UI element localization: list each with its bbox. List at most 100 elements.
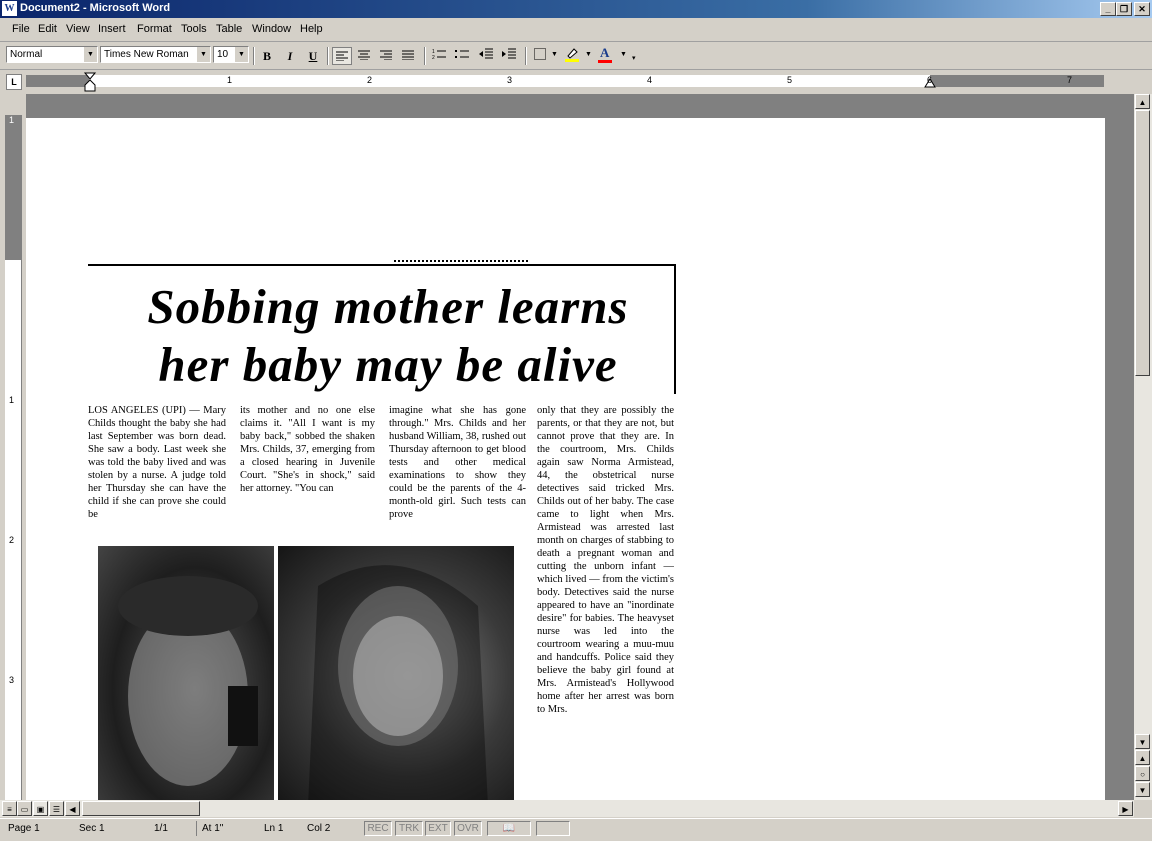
font-size-select[interactable]: 10 ▼	[213, 46, 249, 63]
font-color-button[interactable]: A	[596, 45, 616, 65]
toolbar-separator	[327, 47, 329, 65]
ruler-number: 2	[367, 75, 373, 85]
halftone-texture	[118, 576, 258, 786]
toolbar-separator	[525, 47, 527, 65]
horizontal-scrollbar[interactable]: ≡ ▭ ▣ ☰ ◀ ▶	[0, 800, 1134, 817]
borders-button[interactable]	[530, 47, 550, 65]
window-title: Document2 - Microsoft Word	[20, 2, 171, 14]
align-center-icon	[358, 50, 370, 61]
status-line: Ln 1	[264, 823, 284, 834]
outline-view-button[interactable]: ☰	[49, 801, 64, 816]
indent-marker-icon[interactable]	[84, 72, 96, 92]
align-center-button[interactable]	[354, 47, 374, 65]
clipping-top-rule	[394, 260, 528, 262]
horizontal-ruler[interactable]: L 1 2 3 4 5 6 7	[0, 70, 1152, 94]
chevron-down-icon[interactable]: ▼	[585, 51, 592, 58]
status-section: Sec 1	[79, 823, 105, 834]
chevron-down-icon[interactable]: ▼	[620, 51, 627, 58]
ruler-number: 5	[787, 75, 793, 85]
menu-table[interactable]: Table	[216, 23, 242, 35]
font-value: Times New Roman	[104, 49, 189, 60]
minimize-button[interactable]: _	[1100, 2, 1116, 16]
scroll-thumb[interactable]	[1135, 110, 1150, 376]
web-layout-view-button[interactable]: ▭	[17, 801, 32, 816]
scroll-left-button[interactable]: ◀	[65, 801, 80, 816]
newspaper-clipping-image[interactable]: Sobbing mother learns her baby may be al…	[88, 260, 680, 800]
article-column-3: imagine what she has gone through." Mrs.…	[389, 405, 526, 520]
font-select[interactable]: Times New Roman ▼	[100, 46, 211, 63]
rec-indicator[interactable]: REC	[364, 821, 392, 836]
ext-indicator[interactable]: EXT	[425, 821, 451, 836]
ruler-number: 1	[9, 115, 15, 125]
chevron-down-icon[interactable]: ▼	[551, 51, 558, 58]
print-layout-view-button[interactable]: ▣	[33, 801, 48, 816]
chevron-down-icon[interactable]: ▼	[196, 47, 210, 62]
increase-indent-button[interactable]	[499, 47, 519, 65]
vertical-ruler[interactable]: 1 1 2 3	[5, 115, 22, 800]
halftone-texture	[308, 565, 488, 800]
article-column-4: only that they are possibly the parents,…	[537, 405, 674, 715]
scroll-thumb[interactable]	[82, 801, 200, 816]
document-area[interactable]: Sobbing mother learns her baby may be al…	[26, 94, 1134, 800]
font-color-swatch	[598, 60, 612, 63]
chevron-down-icon[interactable]: ▼	[234, 47, 248, 62]
align-right-button[interactable]	[376, 47, 396, 65]
headline-line-1: Sobbing mother learns	[147, 279, 629, 334]
justify-button[interactable]	[398, 47, 418, 65]
toolbar-options-icon[interactable]: ▾	[632, 54, 636, 62]
status-column: Col 2	[307, 823, 331, 834]
borders-icon	[534, 48, 546, 60]
menu-view[interactable]: View	[66, 23, 90, 35]
select-browse-object-button[interactable]: ○	[1135, 766, 1150, 781]
menu-insert[interactable]: Insert	[98, 23, 126, 35]
bold-button[interactable]: B	[257, 47, 277, 65]
status-empty-pane	[536, 821, 570, 836]
word-app-icon[interactable]: W	[2, 1, 17, 16]
tab-selector[interactable]: L	[6, 74, 22, 90]
title-bar: W Document2 - Microsoft Word _ ❐ ✕	[0, 0, 1152, 18]
underline-button[interactable]: U	[303, 47, 323, 65]
menu-tools[interactable]: Tools	[181, 23, 207, 35]
previous-page-button[interactable]: ▲	[1135, 750, 1150, 765]
ruler-number: 6	[927, 75, 933, 85]
status-page-count: 1/1	[154, 823, 168, 834]
article-column-2: its mother and no one else claims it. "A…	[240, 405, 375, 494]
menu-file[interactable]: File	[12, 23, 30, 35]
align-left-button[interactable]	[332, 47, 352, 65]
highlight-button[interactable]	[562, 47, 582, 65]
status-divider	[196, 821, 197, 836]
bullets-button[interactable]	[452, 47, 472, 65]
menu-format[interactable]: Format	[137, 23, 172, 35]
style-select[interactable]: Normal ▼	[6, 46, 98, 63]
menu-help[interactable]: Help	[300, 23, 323, 35]
ruler-number: 1	[9, 395, 15, 405]
document-page[interactable]: Sobbing mother learns her baby may be al…	[26, 118, 1105, 800]
photo-man	[98, 546, 274, 800]
restore-button[interactable]: ❐	[1116, 2, 1132, 16]
spelling-status[interactable]: 📖	[487, 821, 531, 836]
decrease-indent-icon	[479, 48, 493, 59]
bullet-list-icon	[455, 50, 469, 58]
scroll-up-button[interactable]: ▲	[1135, 94, 1150, 109]
scroll-right-button[interactable]: ▶	[1118, 801, 1133, 816]
status-position: At 1"	[202, 823, 224, 834]
menu-edit[interactable]: Edit	[38, 23, 57, 35]
italic-button[interactable]: I	[280, 47, 300, 65]
scroll-down-button[interactable]: ▼	[1135, 734, 1150, 749]
close-button[interactable]: ✕	[1134, 2, 1150, 16]
menu-window[interactable]: Window	[252, 23, 291, 35]
ruler-number: 2	[9, 535, 15, 545]
ovr-indicator[interactable]: OVR	[454, 821, 482, 836]
normal-view-button[interactable]: ≡	[2, 801, 17, 816]
menu-bar: File Edit View Insert Format Tools Table…	[0, 19, 1152, 42]
decrease-indent-button[interactable]	[476, 47, 496, 65]
increase-indent-icon	[502, 48, 516, 59]
numbered-list-icon: 12	[432, 49, 446, 61]
ruler-number: 4	[647, 75, 653, 85]
chevron-down-icon[interactable]: ▼	[83, 47, 97, 62]
ruler-number: 3	[507, 75, 513, 85]
vertical-scrollbar[interactable]: ▲ ▼ ▲ ○ ▼	[1134, 94, 1152, 800]
next-page-button[interactable]: ▼	[1135, 782, 1150, 797]
trk-indicator[interactable]: TRK	[395, 821, 423, 836]
numbering-button[interactable]: 12	[429, 47, 449, 65]
